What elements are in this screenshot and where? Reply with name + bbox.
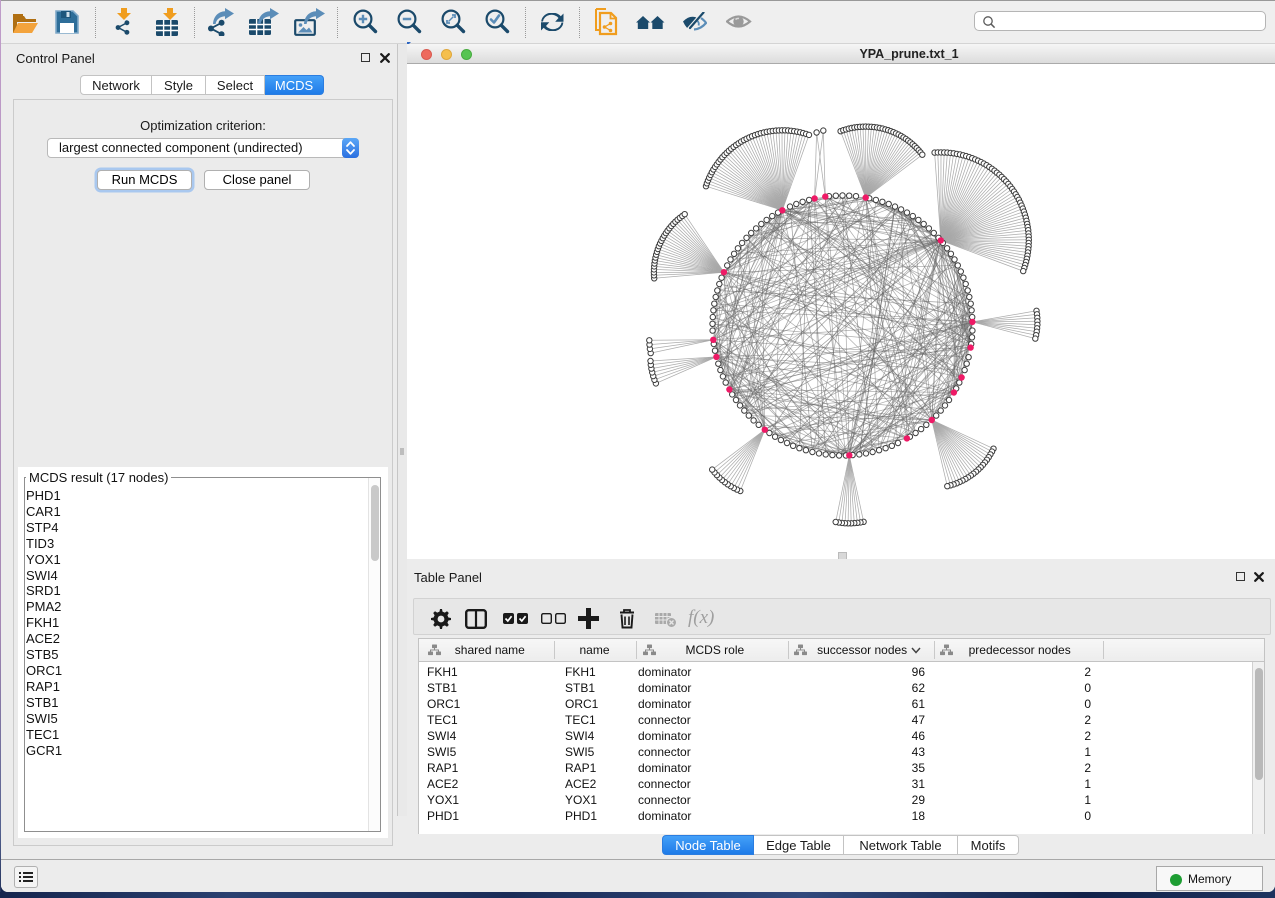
svg-text:f(x): f(x) [688, 607, 714, 628]
